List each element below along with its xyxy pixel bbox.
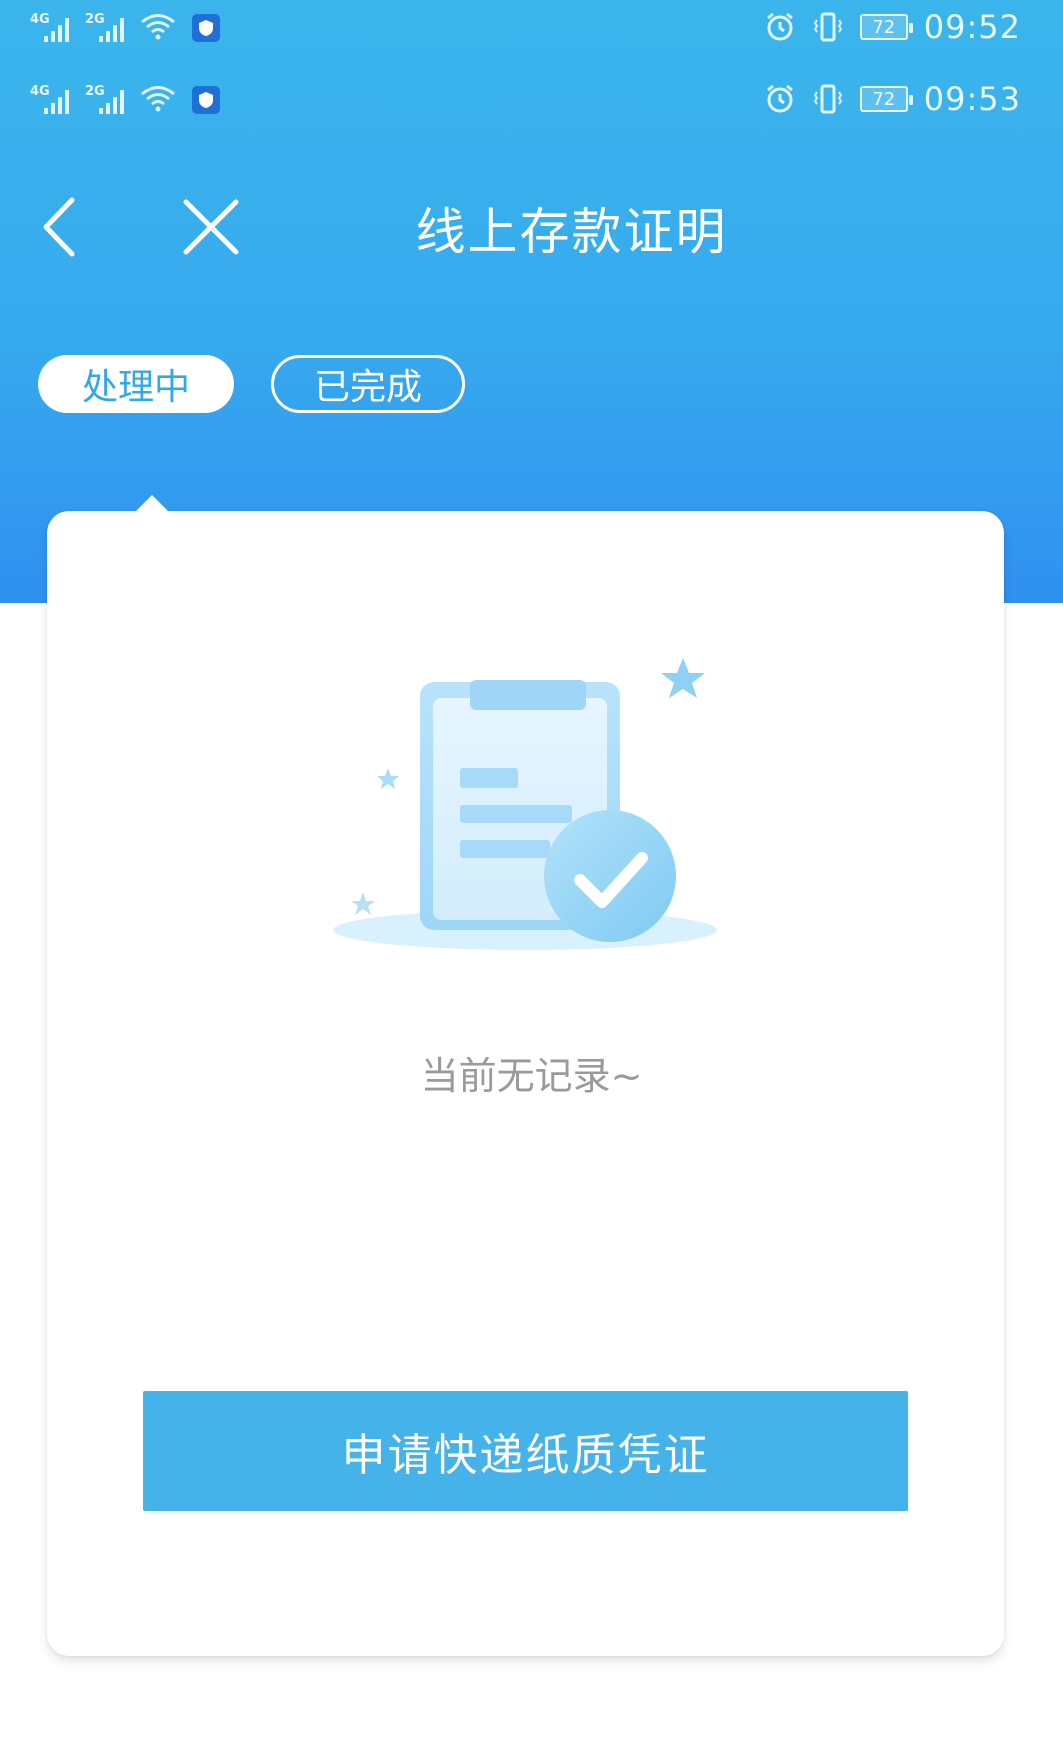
status-left: 4G 2G [30, 84, 220, 114]
shield-icon [192, 86, 220, 114]
network-type-label: 2G [85, 12, 105, 27]
status-time: 09:53 [923, 80, 1021, 118]
tab-processing[interactable]: 处理中 [38, 355, 234, 413]
tab-completed[interactable]: 已完成 [271, 355, 465, 413]
status-right: 72 09:52 [764, 8, 1021, 46]
network-type-label: 4G [30, 12, 50, 27]
navbar: 线上存款证明 [0, 170, 1063, 280]
battery-level: 72 [872, 88, 896, 110]
status-time: 09:52 [923, 8, 1021, 46]
wifi-icon [141, 86, 175, 112]
battery-level: 72 [872, 16, 896, 38]
vibrate-icon [813, 84, 842, 114]
signal-sim2-icon: 2G [85, 12, 124, 42]
status-bar: 4G 2G 72 09:53 [0, 72, 1063, 132]
network-type-label: 4G [30, 84, 50, 99]
signal-sim2-icon: 2G [85, 84, 124, 114]
empty-state-message: 当前无记录~ [420, 1054, 643, 1098]
battery-icon: 72 [859, 14, 913, 40]
status-bar: 4G 2G 72 09:52 [0, 0, 1063, 60]
wifi-icon [141, 14, 175, 40]
clipboard-check-icon [333, 658, 717, 950]
shield-icon [192, 14, 220, 42]
apply-paper-voucher-button[interactable]: 申请快递纸质凭证 [143, 1391, 908, 1511]
signal-sim1-icon: 4G [30, 12, 69, 42]
signal-sim1-icon: 4G [30, 84, 69, 114]
status-right: 72 09:53 [764, 80, 1021, 118]
network-type-label: 2G [85, 84, 105, 99]
vibrate-icon [813, 12, 842, 42]
alarm-icon [766, 12, 793, 41]
status-left: 4G 2G [30, 12, 220, 42]
alarm-icon [766, 84, 793, 113]
page-title: 线上存款证明 [415, 203, 728, 261]
battery-icon: 72 [859, 86, 913, 112]
tab-pointer [134, 495, 170, 513]
